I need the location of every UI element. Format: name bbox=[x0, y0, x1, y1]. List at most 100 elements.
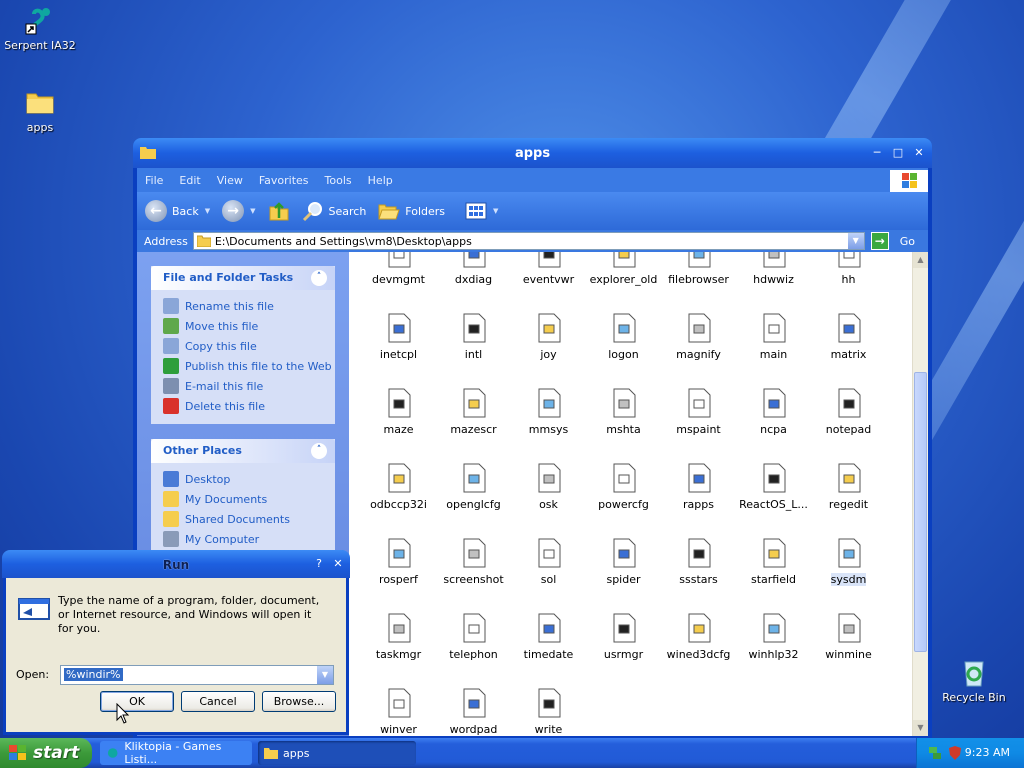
file-item[interactable]: sol bbox=[511, 525, 586, 600]
file-item[interactable]: ncpa bbox=[736, 375, 811, 450]
file-item[interactable]: notepad bbox=[811, 375, 886, 450]
file-item[interactable]: eventvwr bbox=[511, 252, 586, 300]
file-item[interactable]: winhlp32 bbox=[736, 600, 811, 675]
file-item[interactable]: wordpad bbox=[436, 675, 511, 736]
file-item[interactable]: timedate bbox=[511, 600, 586, 675]
file-item[interactable]: hh bbox=[811, 252, 886, 300]
file-item[interactable]: mazescr bbox=[436, 375, 511, 450]
place-item-3[interactable]: My Computer bbox=[151, 529, 335, 549]
file-item[interactable]: matrix bbox=[811, 300, 886, 375]
task-item-4[interactable]: E-mail this file bbox=[151, 376, 335, 396]
place-item-2[interactable]: Shared Documents bbox=[151, 509, 335, 529]
place-item-1[interactable]: My Documents bbox=[151, 489, 335, 509]
file-item[interactable]: spider bbox=[586, 525, 661, 600]
desktop-icon-recycle-bin[interactable]: Recycle Bin bbox=[934, 656, 1014, 704]
file-item[interactable]: telephon bbox=[436, 600, 511, 675]
chevron-down-icon[interactable]: ▼ bbox=[205, 207, 210, 215]
security-shield-icon[interactable] bbox=[947, 745, 963, 761]
file-item[interactable]: filebrowser bbox=[661, 252, 736, 300]
file-item[interactable]: mshta bbox=[586, 375, 661, 450]
open-value[interactable]: %windir% bbox=[64, 668, 123, 681]
open-combobox[interactable]: %windir% ▼ bbox=[60, 665, 334, 685]
menu-view[interactable]: View bbox=[209, 174, 251, 187]
back-button[interactable]: ← Back ▼ bbox=[145, 200, 210, 222]
file-item[interactable]: write bbox=[511, 675, 586, 736]
go-button[interactable]: → Go bbox=[870, 232, 920, 250]
file-item[interactable]: winver bbox=[361, 675, 436, 736]
file-item[interactable]: usrmgr bbox=[586, 600, 661, 675]
browse-button[interactable]: Browse... bbox=[262, 691, 336, 712]
file-item[interactable]: powercfg bbox=[586, 450, 661, 525]
desktop-icon-apps[interactable]: apps bbox=[0, 86, 80, 134]
file-item[interactable]: intl bbox=[436, 300, 511, 375]
place-item-0[interactable]: Desktop bbox=[151, 469, 335, 489]
close-button[interactable]: ✕ bbox=[329, 556, 347, 572]
chevron-down-icon[interactable]: ▼ bbox=[847, 233, 864, 249]
file-item[interactable]: dxdiag bbox=[436, 252, 511, 300]
menu-file[interactable]: File bbox=[137, 174, 171, 187]
network-icon[interactable] bbox=[927, 745, 943, 761]
cancel-button[interactable]: Cancel bbox=[181, 691, 255, 712]
file-item[interactable]: logon bbox=[586, 300, 661, 375]
menu-tools[interactable]: Tools bbox=[317, 174, 360, 187]
file-item[interactable]: inetcpl bbox=[361, 300, 436, 375]
file-item[interactable]: odbccp32i bbox=[361, 450, 436, 525]
file-item[interactable]: main bbox=[736, 300, 811, 375]
menu-favorites[interactable]: Favorites bbox=[251, 174, 317, 187]
desktop-icon-serpent[interactable]: Serpent IA32 bbox=[0, 4, 80, 52]
task-item-1[interactable]: Move this file bbox=[151, 316, 335, 336]
task-item-3[interactable]: Publish this file to the Web bbox=[151, 356, 335, 376]
file-item[interactable]: explorer_old bbox=[586, 252, 661, 300]
scroll-up-icon[interactable]: ▲ bbox=[913, 252, 928, 268]
file-item[interactable]: openglcfg bbox=[436, 450, 511, 525]
file-item[interactable]: starfield bbox=[736, 525, 811, 600]
file-item[interactable]: mmsys bbox=[511, 375, 586, 450]
file-item[interactable]: ReactOS_L... bbox=[736, 450, 811, 525]
help-button[interactable]: ? bbox=[310, 556, 328, 572]
file-item[interactable]: taskmgr bbox=[361, 600, 436, 675]
up-folder-button[interactable] bbox=[268, 200, 290, 222]
taskbar-item-apps[interactable]: apps bbox=[258, 741, 416, 765]
chevron-down-icon[interactable]: ▼ bbox=[317, 666, 333, 684]
minimize-button[interactable]: ─ bbox=[868, 145, 886, 161]
collapse-icon[interactable]: ˄ bbox=[311, 443, 327, 459]
file-item[interactable]: sysdm bbox=[811, 525, 886, 600]
file-item[interactable]: rapps bbox=[661, 450, 736, 525]
file-item[interactable]: maze bbox=[361, 375, 436, 450]
file-item[interactable]: winmine bbox=[811, 600, 886, 675]
file-item[interactable]: osk bbox=[511, 450, 586, 525]
search-button[interactable]: Search bbox=[302, 200, 366, 222]
address-input[interactable]: E:\Documents and Settings\vm8\Desktop\ap… bbox=[192, 232, 865, 250]
ok-button[interactable]: OK bbox=[100, 691, 174, 712]
chevron-down-icon[interactable]: ▼ bbox=[250, 207, 255, 215]
task-item-0[interactable]: Rename this file bbox=[151, 296, 335, 316]
scroll-down-icon[interactable]: ▼ bbox=[913, 720, 928, 736]
taskbar-item-kliktopia[interactable]: Kliktopia - Games Listi... bbox=[100, 740, 252, 766]
chevron-down-icon[interactable]: ▼ bbox=[493, 207, 498, 215]
clock[interactable]: 9:23 AM bbox=[965, 746, 1010, 759]
file-item[interactable]: magnify bbox=[661, 300, 736, 375]
file-item[interactable]: rosperf bbox=[361, 525, 436, 600]
file-item[interactable]: screenshot bbox=[436, 525, 511, 600]
scroll-thumb[interactable] bbox=[914, 372, 927, 652]
views-button[interactable]: ▼ bbox=[465, 202, 498, 220]
close-button[interactable]: ✕ bbox=[910, 145, 928, 161]
panel-header[interactable]: File and Folder Tasks ˄ bbox=[151, 266, 335, 290]
panel-header[interactable]: Other Places ˄ bbox=[151, 439, 335, 463]
file-item[interactable]: devmgmt bbox=[361, 252, 436, 300]
folders-button[interactable]: Folders bbox=[378, 200, 445, 222]
file-item[interactable]: hdwwiz bbox=[736, 252, 811, 300]
task-item-5[interactable]: Delete this file bbox=[151, 396, 335, 416]
file-item[interactable]: wined3dcfg bbox=[661, 600, 736, 675]
explorer-titlebar[interactable]: apps ─ □ ✕ bbox=[133, 138, 932, 168]
file-item[interactable]: regedit bbox=[811, 450, 886, 525]
collapse-icon[interactable]: ˄ bbox=[311, 270, 327, 286]
file-item[interactable]: mspaint bbox=[661, 375, 736, 450]
file-item[interactable]: ssstars bbox=[661, 525, 736, 600]
vertical-scrollbar[interactable]: ▲ ▼ bbox=[912, 252, 928, 736]
forward-button[interactable]: → ▼ bbox=[222, 200, 256, 222]
menu-help[interactable]: Help bbox=[360, 174, 401, 187]
menu-edit[interactable]: Edit bbox=[171, 174, 208, 187]
run-titlebar[interactable]: Run ? ✕ bbox=[2, 550, 350, 578]
task-item-2[interactable]: Copy this file bbox=[151, 336, 335, 356]
